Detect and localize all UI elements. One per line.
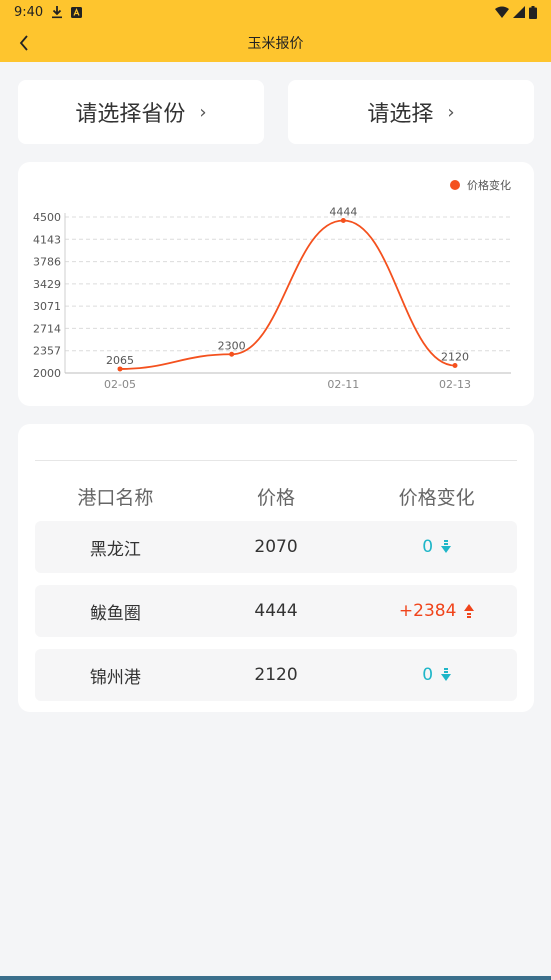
series-line-price-change (119, 219, 456, 370)
data-point (117, 366, 123, 372)
divider (35, 460, 517, 461)
download-icon (52, 6, 63, 19)
app-header: 9:40 玉米报价 (0, 0, 551, 62)
port-price: 4444 (254, 601, 298, 621)
chevron-left-icon (19, 35, 28, 51)
port-price-table: 港口名称 价格 价格变化 黑龙江 2070 0 鲅鱼圈 4444 +2384 锦… (18, 424, 534, 712)
port-name: 鲅鱼圈 (89, 603, 141, 624)
y-tick-label: 4143 (33, 233, 61, 246)
page-title: 玉米报价 (247, 36, 304, 52)
x-tick-label: 02-11 (327, 378, 359, 391)
data-label: 4444 (329, 205, 357, 218)
back-button[interactable] (10, 28, 38, 58)
province-select-button[interactable]: 请选择省份 › (18, 80, 264, 144)
signal-icon (513, 6, 525, 18)
price-line-chart: 4500 4143 3786 3429 3071 2714 2357 2000 02-05 02-… (33, 178, 511, 391)
legend-label: 价格变化 (467, 178, 511, 192)
table-row[interactable]: 锦州港 2120 0 (35, 649, 517, 701)
price-change: 0 (356, 665, 517, 685)
price-change: +2384 (356, 601, 517, 621)
second-select-label: 请选择 (367, 102, 434, 127)
port-name: 锦州港 (89, 667, 141, 688)
arrow-up-icon (464, 604, 475, 618)
price-change: 0 (356, 537, 517, 557)
data-point (229, 351, 235, 357)
chevron-right-icon: › (447, 101, 455, 123)
header-port-name: 港口名称 (77, 486, 154, 509)
chevron-right-icon: › (199, 101, 207, 123)
y-tick-label: 4500 (33, 211, 61, 224)
table-row[interactable]: 黑龙江 2070 0 (35, 521, 517, 573)
status-bar: 9:40 (0, 0, 551, 24)
port-name: 黑龙江 (89, 539, 141, 560)
data-label: 2065 (106, 354, 134, 367)
province-select-label: 请选择省份 (75, 102, 186, 127)
arrow-down-icon (441, 668, 452, 681)
wifi-icon (495, 6, 509, 18)
nav-bar: 玉米报价 (0, 24, 551, 62)
table-row[interactable]: 鲅鱼圈 4444 +2384 (35, 585, 517, 637)
data-label: 2120 (441, 351, 469, 364)
y-tick-label: 2357 (33, 345, 61, 358)
data-point (452, 363, 458, 369)
y-tick-label: 2000 (33, 367, 61, 380)
y-tick-label: 2714 (33, 322, 61, 335)
header-price: 价格 (257, 486, 296, 509)
data-label: 2300 (218, 339, 246, 352)
bottom-edge (0, 976, 551, 980)
arrow-down-icon (441, 540, 452, 553)
battery-icon (529, 5, 537, 19)
price-chart-card: 4500 4143 3786 3429 3071 2714 2357 2000 02-05 02-… (18, 162, 534, 406)
data-point (340, 217, 346, 223)
x-tick-label: 02-05 (104, 378, 136, 391)
legend-marker (450, 180, 460, 190)
app-notification-icon (71, 6, 83, 18)
header-price-change: 价格变化 (398, 486, 475, 509)
x-tick-label: 02-13 (439, 378, 471, 391)
status-time: 9:40 (14, 4, 44, 20)
second-select-button[interactable]: 请选择 › (288, 80, 534, 144)
price-change-value: 0 (422, 665, 434, 685)
port-price: 2070 (254, 537, 298, 557)
port-price: 2120 (254, 665, 298, 685)
price-change-value: +2384 (398, 601, 457, 621)
y-tick-label: 3071 (33, 300, 61, 313)
table-header: 港口名称 价格 价格变化 (35, 480, 517, 512)
y-tick-label: 3786 (33, 256, 61, 269)
y-tick-label: 3429 (33, 278, 61, 291)
price-change-value: 0 (422, 537, 434, 557)
